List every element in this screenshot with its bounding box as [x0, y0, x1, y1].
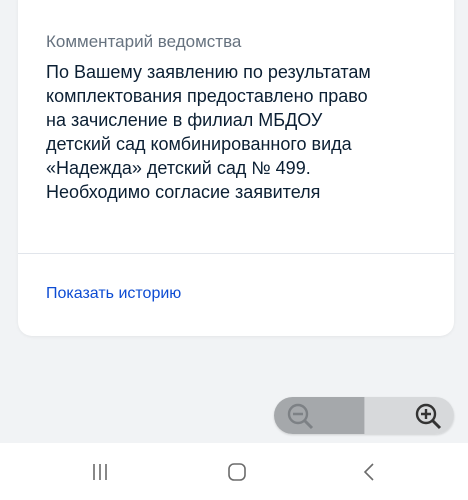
zoom-out-icon	[287, 403, 314, 430]
system-navigation-bar	[0, 443, 468, 500]
zoom-in-button[interactable]	[363, 397, 454, 434]
back-icon	[363, 462, 374, 481]
comment-label: Комментарий ведомства	[46, 32, 242, 51]
show-history-link[interactable]: Показать историю	[46, 284, 181, 304]
comment-text: По Вашему заявлению по результатам компл…	[46, 62, 371, 202]
home-button[interactable]	[192, 443, 282, 500]
home-icon	[228, 462, 246, 481]
divider	[18, 253, 454, 254]
recent-apps-button[interactable]	[55, 443, 145, 500]
recent-apps-icon	[93, 463, 107, 480]
zoom-in-icon	[415, 403, 442, 430]
application-status-card: Комментарий ведомства По Вашему заявлени…	[18, 0, 454, 336]
zoom-control	[274, 397, 454, 434]
zoom-out-button[interactable]	[274, 397, 364, 434]
back-button[interactable]	[325, 443, 415, 500]
